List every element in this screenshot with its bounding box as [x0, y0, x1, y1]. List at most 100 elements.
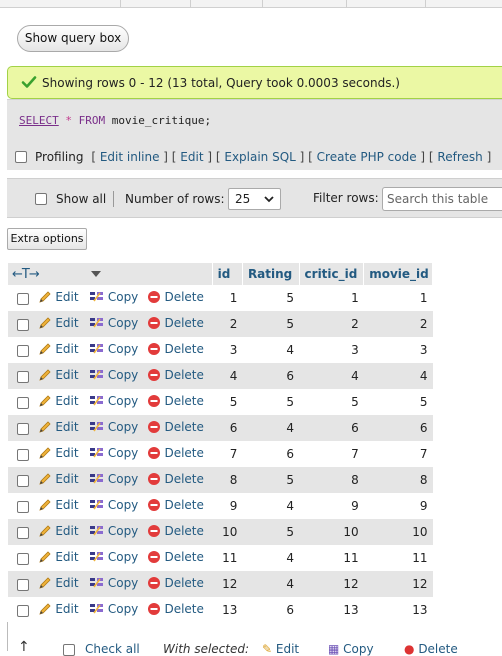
cell-movie-id[interactable]: 5	[363, 389, 433, 415]
cell-rating[interactable]: 4	[242, 571, 300, 597]
sql-query[interactable]: SELECT * FROM movie_critique;	[19, 114, 211, 127]
cell-movie-id[interactable]: 2	[363, 311, 433, 337]
delete-row-button[interactable]: Delete	[147, 446, 204, 460]
cell-id[interactable]: 11	[212, 545, 243, 571]
delete-row-button[interactable]: Delete	[147, 524, 204, 538]
cell-id[interactable]: 12	[212, 571, 243, 597]
cell-critic-id[interactable]: 3	[299, 337, 364, 363]
cell-id[interactable]: 3	[212, 337, 243, 363]
cell-id[interactable]: 13	[212, 597, 243, 623]
cell-rating[interactable]: 6	[242, 441, 300, 467]
delete-row-button[interactable]: Delete	[147, 368, 204, 382]
edit-row-button[interactable]: Edit	[38, 576, 79, 590]
bulk-edit-button[interactable]: ✎ Edit	[262, 642, 299, 656]
cell-rating[interactable]: 6	[242, 597, 300, 623]
copy-row-button[interactable]: Copy	[89, 550, 138, 564]
cell-id[interactable]: 1	[212, 285, 243, 311]
number-of-rows-select[interactable]: 25	[228, 188, 281, 210]
profiling-checkbox[interactable]	[15, 150, 27, 163]
row-checkbox[interactable]	[17, 474, 29, 487]
edit-row-button[interactable]: Edit	[38, 368, 79, 382]
row-checkbox[interactable]	[17, 396, 29, 409]
cell-rating[interactable]: 5	[242, 467, 300, 493]
cell-critic-id[interactable]: 10	[299, 519, 364, 545]
edit-row-button[interactable]: Edit	[38, 420, 79, 434]
delete-row-button[interactable]: Delete	[147, 576, 204, 590]
cell-id[interactable]: 2	[212, 311, 243, 337]
cell-rating[interactable]: 5	[242, 389, 300, 415]
delete-row-button[interactable]: Delete	[147, 550, 204, 564]
copy-row-button[interactable]: Copy	[89, 498, 138, 512]
search-table-field[interactable]	[382, 187, 502, 211]
extra-options-button[interactable]: Extra options	[7, 228, 87, 250]
edit-row-button[interactable]: Edit	[38, 446, 79, 460]
explain-sql-link[interactable]: Explain SQL	[224, 150, 296, 164]
cell-movie-id[interactable]: 4	[363, 363, 433, 389]
refresh-link[interactable]: Refresh	[437, 150, 482, 164]
delete-row-button[interactable]: Delete	[147, 602, 204, 616]
cell-rating[interactable]: 6	[242, 363, 300, 389]
cell-critic-id[interactable]: 12	[299, 571, 364, 597]
column-header-movie-id[interactable]: movie_id	[363, 263, 433, 285]
cell-rating[interactable]: 5	[242, 311, 300, 337]
cell-movie-id[interactable]: 6	[363, 415, 433, 441]
column-header-critic-id[interactable]: critic_id	[299, 263, 365, 285]
delete-row-button[interactable]: Delete	[147, 394, 204, 408]
row-checkbox[interactable]	[17, 344, 29, 357]
cell-critic-id[interactable]: 8	[299, 467, 364, 493]
row-checkbox[interactable]	[17, 578, 29, 591]
edit-inline-link[interactable]: Edit inline	[100, 150, 160, 164]
copy-row-button[interactable]: Copy	[89, 316, 138, 330]
check-all-label[interactable]: Check all	[85, 642, 140, 656]
column-header-id[interactable]: id	[212, 263, 243, 285]
cell-critic-id[interactable]: 2	[299, 311, 364, 337]
row-checkbox[interactable]	[17, 370, 29, 383]
cell-critic-id[interactable]: 6	[299, 415, 364, 441]
sort-dropdown-icon[interactable]	[90, 271, 101, 277]
bulk-copy-button[interactable]: ▦ Copy	[328, 642, 374, 656]
edit-row-button[interactable]: Edit	[38, 316, 79, 330]
cell-rating[interactable]: 4	[242, 493, 300, 519]
cell-movie-id[interactable]: 10	[363, 519, 433, 545]
copy-row-button[interactable]: Copy	[89, 446, 138, 460]
copy-row-button[interactable]: Copy	[89, 602, 138, 616]
cell-rating[interactable]: 4	[242, 545, 300, 571]
delete-row-button[interactable]: Delete	[147, 498, 204, 512]
cell-movie-id[interactable]: 9	[363, 493, 433, 519]
row-checkbox[interactable]	[17, 318, 29, 331]
cell-critic-id[interactable]: 5	[299, 389, 364, 415]
cell-critic-id[interactable]: 4	[299, 363, 364, 389]
copy-row-button[interactable]: Copy	[89, 420, 138, 434]
edit-row-button[interactable]: Edit	[38, 550, 79, 564]
row-checkbox[interactable]	[17, 526, 29, 539]
sql-keyword-select[interactable]: SELECT	[19, 114, 59, 127]
copy-row-button[interactable]: Copy	[89, 394, 138, 408]
delete-row-button[interactable]: Delete	[147, 316, 204, 330]
create-php-code-link[interactable]: Create PHP code	[317, 150, 417, 164]
cell-critic-id[interactable]: 1	[299, 285, 364, 311]
cell-rating[interactable]: 5	[242, 519, 300, 545]
cell-movie-id[interactable]: 8	[363, 467, 433, 493]
edit-row-button[interactable]: Edit	[38, 342, 79, 356]
cell-movie-id[interactable]: 7	[363, 441, 433, 467]
cell-id[interactable]: 10	[212, 519, 243, 545]
cell-id[interactable]: 7	[212, 441, 243, 467]
cell-id[interactable]: 4	[212, 363, 243, 389]
row-checkbox[interactable]	[17, 292, 29, 305]
edit-row-button[interactable]: Edit	[38, 602, 79, 616]
copy-row-button[interactable]: Copy	[89, 342, 138, 356]
cell-movie-id[interactable]: 11	[363, 545, 433, 571]
cell-id[interactable]: 5	[212, 389, 243, 415]
cell-critic-id[interactable]: 7	[299, 441, 364, 467]
edit-row-button[interactable]: Edit	[38, 472, 79, 486]
cell-id[interactable]: 9	[212, 493, 243, 519]
show-all-checkbox[interactable]	[35, 193, 47, 205]
row-checkbox[interactable]	[17, 500, 29, 513]
copy-row-button[interactable]: Copy	[89, 524, 138, 538]
delete-row-button[interactable]: Delete	[147, 420, 204, 434]
delete-row-button[interactable]: Delete	[147, 342, 204, 356]
column-resize-arrows-icon[interactable]: ←T→	[12, 267, 40, 282]
cell-movie-id[interactable]: 3	[363, 337, 433, 363]
cell-critic-id[interactable]: 9	[299, 493, 364, 519]
row-checkbox[interactable]	[17, 448, 29, 461]
